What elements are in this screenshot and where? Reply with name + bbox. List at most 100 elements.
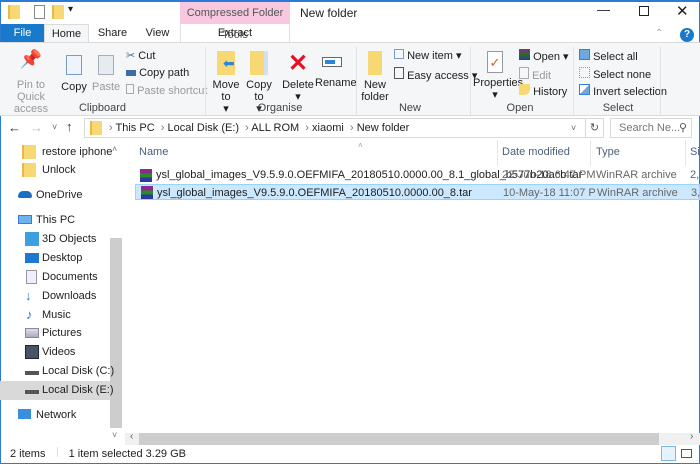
- column-header-type[interactable]: Type: [596, 146, 620, 160]
- tab-file[interactable]: File: [1, 24, 44, 42]
- group-divider: [573, 47, 574, 115]
- easy-access-button[interactable]: Easy access ▾: [394, 67, 477, 82]
- group-label-clipboard: Clipboard: [78, 102, 127, 114]
- pin-to-quick-access-button[interactable]: 📌 Pin to Quick access: [4, 50, 58, 115]
- copy-path-button[interactable]: Copy path: [126, 67, 189, 79]
- address-dropdown-icon[interactable]: ˅: [571, 119, 576, 137]
- copy-path-icon: [126, 70, 136, 76]
- file-size: 2,: [690, 169, 700, 181]
- properties-icon: ✓: [487, 51, 503, 73]
- context-tab-label: Compressed Folder Tools: [180, 2, 290, 41]
- open-button[interactable]: Open ▾: [519, 49, 569, 63]
- invert-selection-button[interactable]: Invert selection: [579, 84, 667, 98]
- column-divider: [590, 140, 591, 166]
- forward-button[interactable]: →: [30, 120, 43, 135]
- file-row[interactable]: ysl_global_images_V9.5.9.0.OEFMIFA_20180…: [135, 167, 700, 183]
- maximize-button[interactable]: [639, 6, 649, 16]
- file-date: 22-Jun-18 6:47 PM: [502, 169, 596, 181]
- breadcrumb-all-rom[interactable]: ALL ROM: [251, 122, 299, 134]
- move-to-button[interactable]: ⬅ Move to ▾: [212, 51, 240, 115]
- new-folder-button[interactable]: New folder: [360, 51, 390, 103]
- paste-button[interactable]: Paste: [92, 53, 120, 93]
- column-header-size[interactable]: Si: [690, 146, 700, 160]
- scroll-right-arrow[interactable]: ›: [690, 431, 693, 442]
- details-view-button[interactable]: [661, 446, 676, 461]
- nav-item-music[interactable]: ♪ Music: [26, 306, 71, 324]
- nav-item-pictures[interactable]: Pictures: [25, 324, 82, 342]
- column-header-date[interactable]: Date modified: [502, 146, 570, 160]
- collapse-ribbon-icon[interactable]: ⌃: [655, 28, 663, 39]
- large-icons-view-button[interactable]: [681, 449, 692, 458]
- nav-item-onedrive[interactable]: OneDrive: [18, 186, 82, 204]
- scroll-left-arrow[interactable]: ‹: [130, 431, 133, 442]
- breadcrumb-local-disk-e[interactable]: Local Disk (E:): [168, 122, 240, 134]
- nav-item-network[interactable]: Network: [18, 406, 76, 424]
- new-folder-icon[interactable]: [52, 5, 64, 19]
- nav-item-restore-iphone[interactable]: restore iphone: [22, 143, 112, 161]
- nav-item-local-disk-e[interactable]: Local Disk (E:): [25, 381, 114, 399]
- select-all-icon: [579, 49, 590, 60]
- delete-button[interactable]: ✕ Delete ▾: [282, 51, 314, 104]
- address-bar[interactable]: › This PC › Local Disk (E:) › ALL ROM › …: [84, 118, 604, 138]
- horizontal-scrollbar[interactable]: ‹ ›: [125, 431, 700, 445]
- nav-item-3d-objects[interactable]: 3D Objects: [25, 230, 96, 248]
- file-row-selected[interactable]: ysl_global_images_V9.5.9.0.OEFMIFA_20180…: [135, 184, 700, 200]
- move-to-icon: ⬅: [217, 51, 235, 75]
- file-date: 10-May-18 11:07 P: [503, 187, 596, 199]
- new-item-button[interactable]: New item ▾: [394, 49, 461, 62]
- help-icon[interactable]: ?: [680, 28, 694, 42]
- nav-item-unlock[interactable]: Unlock: [22, 161, 76, 179]
- nav-item-this-pc[interactable]: This PC: [18, 211, 75, 229]
- close-button[interactable]: ✕: [676, 2, 689, 20]
- copy-icon: [66, 55, 82, 75]
- ribbon: 📌 Pin to Quick access Copy Paste ✂ Cut C…: [0, 42, 700, 116]
- folder-icon: [90, 121, 102, 135]
- cut-button[interactable]: ✂ Cut: [126, 49, 155, 62]
- status-bar: 2 items 1 item selected 3.29 GB: [10, 447, 186, 460]
- winrar-archive-icon: [140, 169, 152, 182]
- download-arrow-icon: ↓: [25, 288, 32, 303]
- nav-item-videos[interactable]: Videos: [25, 343, 75, 361]
- paste-shortcut-button[interactable]: Paste shortcut: [126, 84, 207, 97]
- group-divider: [356, 47, 357, 115]
- select-all-button[interactable]: Select all: [579, 49, 638, 63]
- breadcrumb-xiaomi[interactable]: xiaomi: [312, 122, 344, 134]
- column-header-name[interactable]: Name: [139, 146, 168, 160]
- properties-icon[interactable]: [34, 5, 45, 19]
- nav-scroll-down[interactable]: ˅: [112, 430, 117, 440]
- tab-extract[interactable]: Extract: [180, 24, 290, 42]
- column-divider: [497, 140, 498, 166]
- breadcrumb-this-pc[interactable]: This PC: [116, 122, 155, 134]
- tab-share[interactable]: Share: [90, 24, 135, 42]
- copy-button[interactable]: Copy: [60, 53, 88, 93]
- breadcrumb-new-folder[interactable]: New folder: [357, 122, 410, 134]
- up-button[interactable]: ↑: [66, 119, 73, 134]
- folder-icon[interactable]: [8, 5, 20, 19]
- search-input[interactable]: Search Ne... ⚲: [610, 118, 692, 138]
- file-type: WinRAR archive: [596, 169, 677, 181]
- recent-locations-dropdown[interactable]: ˅: [52, 122, 57, 132]
- scrollbar-thumb[interactable]: [139, 433, 659, 445]
- nav-item-desktop[interactable]: Desktop: [25, 249, 82, 267]
- select-none-button[interactable]: Select none: [579, 67, 651, 81]
- network-icon: [18, 409, 31, 419]
- minimize-button[interactable]: —: [597, 2, 610, 17]
- rename-button[interactable]: Rename: [315, 51, 357, 89]
- group-label-open: Open: [506, 102, 534, 114]
- refresh-icon[interactable]: ↻: [585, 119, 603, 137]
- history-button[interactable]: History: [519, 84, 567, 98]
- nav-item-documents[interactable]: Documents: [26, 268, 98, 286]
- nav-item-local-disk-c[interactable]: Local Disk (C:): [25, 362, 114, 380]
- group-divider: [205, 47, 206, 115]
- edit-button[interactable]: Edit: [519, 67, 551, 82]
- tab-home[interactable]: Home: [44, 24, 89, 43]
- customize-dropdown-icon[interactable]: ▾: [68, 4, 73, 15]
- nav-item-downloads[interactable]: ↓ Downloads: [25, 287, 96, 305]
- file-type: WinRAR archive: [597, 187, 678, 199]
- desktop-icon: [25, 253, 39, 263]
- nav-scrollbar-thumb[interactable]: [110, 238, 122, 428]
- tab-view[interactable]: View: [135, 24, 180, 42]
- properties-button[interactable]: ✓ Properties ▾: [473, 51, 523, 101]
- back-button[interactable]: ←: [8, 120, 21, 135]
- nav-scroll-up[interactable]: ˄: [112, 144, 117, 154]
